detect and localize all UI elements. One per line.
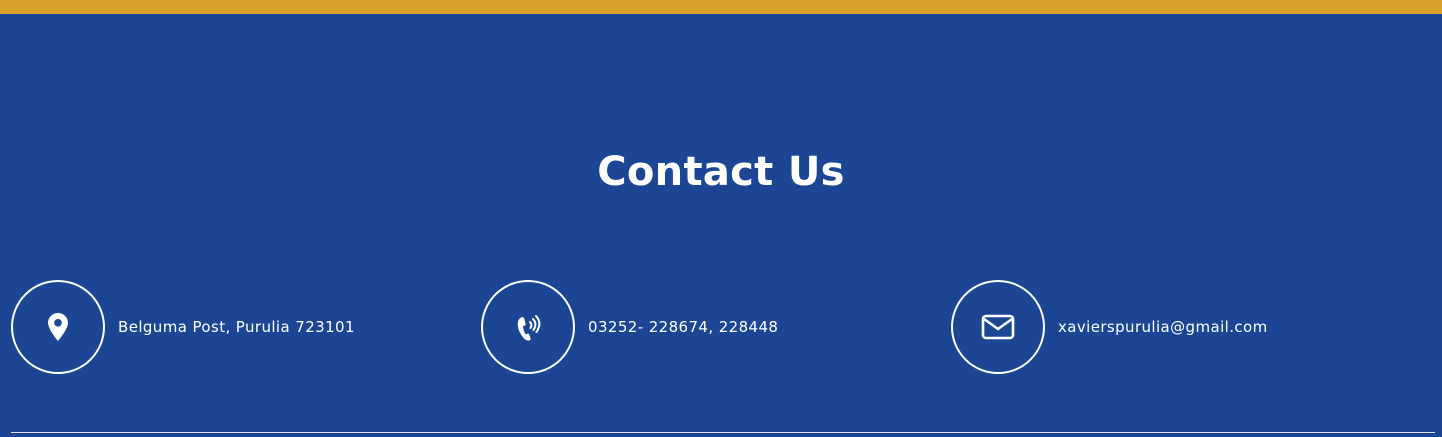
envelope-icon[interactable]	[951, 280, 1045, 374]
phone-text[interactable]: 03252- 228674, 228448	[588, 318, 778, 336]
phone-icon[interactable]	[481, 280, 575, 374]
top-accent-bar	[0, 0, 1442, 14]
contact-item-email: xavierspurulia@gmail.com	[951, 280, 1268, 374]
map-pin-icon	[11, 280, 105, 374]
email-text[interactable]: xavierspurulia@gmail.com	[1058, 318, 1268, 336]
contact-item-address: Belguma Post, Purulia 723101	[11, 280, 355, 374]
footer-divider	[11, 432, 1435, 433]
section-title: Contact Us	[597, 149, 845, 195]
contact-item-phone: 03252- 228674, 228448	[481, 280, 778, 374]
address-text: Belguma Post, Purulia 723101	[118, 318, 355, 336]
